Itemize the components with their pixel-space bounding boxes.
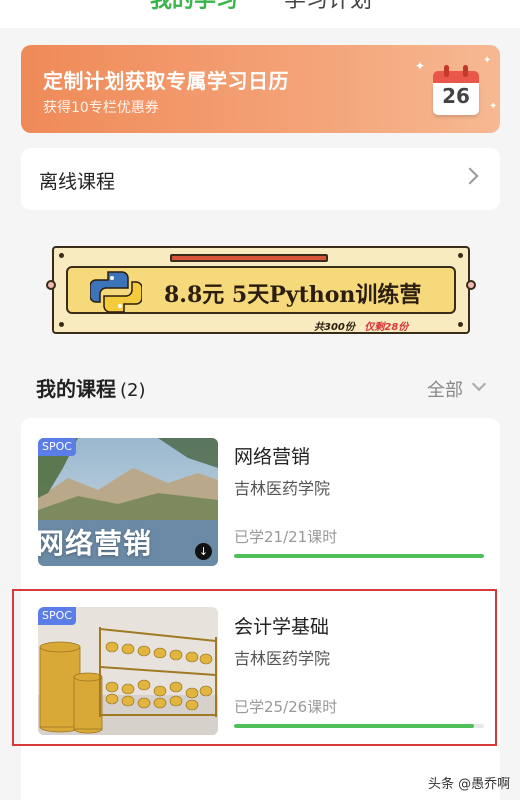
download-icon[interactable]: ↓ [195, 543, 212, 560]
rivet [458, 322, 463, 327]
my-courses-title: 我的课程 [36, 377, 116, 401]
calendar-icon: 26 [433, 63, 479, 115]
tab-study-plan[interactable]: 学习计划 [284, 0, 372, 15]
sparkle-icon: ✦ [415, 59, 426, 73]
banner-bar [170, 254, 328, 262]
rivet [59, 253, 64, 258]
watermark: 头条 @愚乔啊 [428, 777, 511, 792]
promo-subtitle: 获得10专栏优惠券 [43, 100, 159, 116]
progress-bar-fill [234, 554, 484, 558]
promo-title: 定制计划获取专属学习日历 [43, 69, 289, 93]
selection-highlight-box [12, 589, 497, 746]
calendar-promo-banner[interactable]: 定制计划获取专属学习日历 获得10专栏优惠券 ✦ ✦ ✦ 26 [21, 45, 500, 133]
python-logo-icon [90, 271, 142, 313]
spoc-badge: SPOC [38, 438, 76, 456]
course-count: (2) [120, 380, 146, 401]
chevron-right-icon [461, 167, 479, 185]
ad-footer: 共300份 仅剩28份 [314, 318, 408, 333]
ad-total: 共300份 [314, 322, 355, 333]
course-item-network-marketing[interactable]: SPOC 网络营销 ↓ 网络营销 吉林医药学院 已学21/21课时 [21, 418, 500, 568]
progress-bar [234, 554, 484, 558]
rivet [59, 322, 64, 327]
filter-all-dropdown[interactable]: 全部 [427, 376, 463, 402]
calendar-day: 26 [442, 84, 470, 108]
offline-courses-row[interactable]: 离线课程 [21, 148, 500, 210]
course-school: 吉林医药学院 [234, 479, 331, 498]
sparkle-icon: ✦ [483, 55, 492, 66]
course-progress-text: 已学21/21课时 [234, 528, 338, 546]
python-camp-ad-banner[interactable]: 8.8元 5天Python训练营 共300份 仅剩28份 [46, 246, 476, 334]
course-thumbnail[interactable]: SPOC 网络营销 ↓ [38, 438, 218, 566]
banner-inner-panel: 8.8元 5天Python训练营 [66, 266, 456, 314]
course-title: 网络营销 [234, 446, 311, 468]
sparkle-icon: ✦ [489, 101, 498, 112]
my-courses-heading: 我的课程 (2) [36, 373, 146, 402]
tab-my-learning[interactable]: 我的学习 [150, 0, 238, 15]
rivet [458, 253, 463, 258]
ad-remaining: 仅剩28份 [364, 322, 409, 333]
thumbnail-caption: 网络营销 [38, 527, 153, 560]
top-tab-bar: 我的学习 学习计划 [0, 0, 520, 28]
chevron-down-icon[interactable] [471, 376, 487, 392]
ad-headline: 8.8元 5天Python训练营 [164, 282, 422, 308]
banner-ornament [46, 280, 56, 290]
offline-courses-label: 离线课程 [39, 171, 116, 193]
banner-ornament [466, 280, 476, 290]
